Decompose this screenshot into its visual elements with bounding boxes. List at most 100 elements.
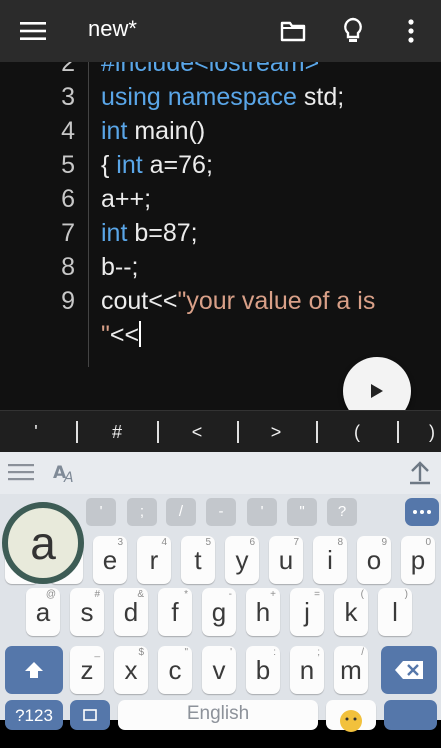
key-hint: / bbox=[361, 647, 364, 658]
more-options-icon[interactable] bbox=[392, 12, 430, 50]
key-p[interactable]: p0 bbox=[401, 536, 435, 584]
emoji-key[interactable] bbox=[326, 700, 376, 732]
key-a[interactable]: a @ bbox=[26, 588, 60, 636]
key-hint: 5 bbox=[205, 537, 211, 548]
key-d[interactable]: d & bbox=[114, 588, 148, 636]
symbol-key[interactable]: ' bbox=[24, 411, 48, 453]
code-line: 8 b--; bbox=[0, 250, 441, 284]
key-z[interactable]: z _ bbox=[70, 646, 104, 694]
key-i[interactable]: i8 bbox=[313, 536, 347, 584]
key-o[interactable]: o9 bbox=[357, 536, 391, 584]
collapse-keyboard-icon[interactable] bbox=[408, 461, 432, 489]
key-j[interactable]: j = bbox=[290, 588, 324, 636]
key-label: j bbox=[304, 597, 310, 627]
key-label: r bbox=[149, 545, 159, 575]
number-row-key[interactable]: ; bbox=[127, 498, 157, 526]
key-l[interactable]: l) bbox=[378, 588, 412, 636]
symbol-key[interactable]: ( bbox=[345, 411, 369, 453]
key-preview-bubble: a bbox=[2, 502, 84, 584]
enter-key[interactable] bbox=[384, 700, 437, 730]
font-style-icon[interactable]: AA bbox=[52, 460, 78, 488]
line-number: 6 bbox=[61, 185, 75, 213]
app-bar: new* bbox=[0, 0, 441, 62]
key-label: l bbox=[392, 597, 398, 627]
key-v[interactable]: v ' bbox=[202, 646, 236, 694]
key-label: d bbox=[123, 597, 139, 627]
code-token: " bbox=[101, 321, 110, 349]
symbol-separator bbox=[157, 421, 159, 443]
backspace-icon bbox=[395, 661, 423, 679]
symbols-key[interactable]: ?123 bbox=[5, 700, 63, 730]
key-n[interactable]: n; bbox=[290, 646, 324, 694]
line-code: cout<<"your value of a is bbox=[101, 284, 375, 318]
key-h[interactable]: h + bbox=[246, 588, 280, 636]
line-number: 4 bbox=[61, 117, 75, 145]
number-row-key[interactable]: / bbox=[166, 498, 196, 526]
key-x[interactable]: x $ bbox=[114, 646, 148, 694]
key-t[interactable]: t5 bbox=[181, 536, 215, 584]
settings-key[interactable] bbox=[70, 700, 110, 730]
more-symbols-key[interactable] bbox=[405, 498, 439, 526]
number-row-key[interactable]: ' bbox=[247, 498, 277, 526]
key-label: n bbox=[299, 655, 315, 685]
key-hint: 9 bbox=[381, 537, 387, 548]
keyboard-menu-icon[interactable] bbox=[8, 462, 34, 486]
line-number: 8 bbox=[61, 253, 75, 281]
emoji-icon bbox=[340, 710, 362, 732]
key-label: u bbox=[278, 545, 294, 575]
key-hint: : bbox=[273, 647, 276, 658]
key-hint: # bbox=[94, 589, 100, 600]
number-row-key[interactable]: ? bbox=[327, 498, 357, 526]
key-f[interactable]: f * bbox=[158, 588, 192, 636]
code-token: cout<< bbox=[101, 287, 178, 315]
code-line: 3 using namespace std; bbox=[0, 80, 441, 114]
key-label: h bbox=[255, 597, 271, 627]
key-m[interactable]: m / bbox=[334, 646, 368, 694]
number-row-key[interactable]: ' bbox=[86, 498, 116, 526]
key-label: k bbox=[344, 597, 358, 627]
lightbulb-icon[interactable] bbox=[334, 12, 372, 50]
symbol-key[interactable]: # bbox=[105, 411, 129, 453]
key-label: a bbox=[35, 597, 51, 627]
number-row-key[interactable]: " bbox=[287, 498, 317, 526]
key-label: s bbox=[80, 597, 94, 627]
space-key[interactable]: English bbox=[118, 700, 318, 730]
code-token: std; bbox=[296, 83, 345, 111]
key-g[interactable]: g- bbox=[202, 588, 236, 636]
key-label: f bbox=[171, 597, 179, 627]
menu-icon[interactable] bbox=[14, 12, 52, 50]
symbol-key[interactable]: < bbox=[185, 411, 209, 453]
key-c[interactable]: c " bbox=[158, 646, 192, 694]
keyboard-toolbar: AA bbox=[0, 452, 441, 495]
key-k[interactable]: k( bbox=[334, 588, 368, 636]
key-b[interactable]: b: bbox=[246, 646, 280, 694]
code-line: 2 #include<iostream> bbox=[0, 62, 441, 80]
line-code: a++; bbox=[101, 182, 151, 216]
key-e[interactable]: e3 bbox=[93, 536, 127, 584]
key-s[interactable]: s # bbox=[70, 588, 104, 636]
code-token: "your value of a is bbox=[177, 287, 376, 315]
code-line: "<< bbox=[0, 318, 441, 352]
code-token: { bbox=[101, 151, 117, 179]
key-r[interactable]: r4 bbox=[137, 536, 171, 584]
backspace-key[interactable] bbox=[381, 646, 437, 694]
code-token: << bbox=[109, 321, 140, 349]
key-hint: 7 bbox=[293, 537, 299, 548]
key-label: e bbox=[102, 545, 118, 575]
key-u[interactable]: u7 bbox=[269, 536, 303, 584]
symbol-bar: ' # < > () bbox=[0, 410, 441, 453]
symbol-key[interactable]: > bbox=[264, 411, 288, 453]
key-y[interactable]: y6 bbox=[225, 536, 259, 584]
key-hint: @ bbox=[45, 589, 56, 600]
symbol-key[interactable]: ) bbox=[420, 411, 441, 453]
code-token: b--; bbox=[101, 253, 139, 281]
code-line: 5 { int a=76; bbox=[0, 148, 441, 182]
line-code: { int a=76; bbox=[101, 148, 213, 182]
text-cursor bbox=[139, 321, 142, 347]
key-label: b bbox=[255, 655, 271, 685]
shift-key[interactable] bbox=[5, 646, 63, 694]
code-token: #include<iostream> bbox=[101, 62, 320, 77]
number-row-key[interactable]: - bbox=[206, 498, 236, 526]
key-label: g bbox=[211, 597, 227, 627]
folder-icon[interactable] bbox=[274, 12, 312, 50]
